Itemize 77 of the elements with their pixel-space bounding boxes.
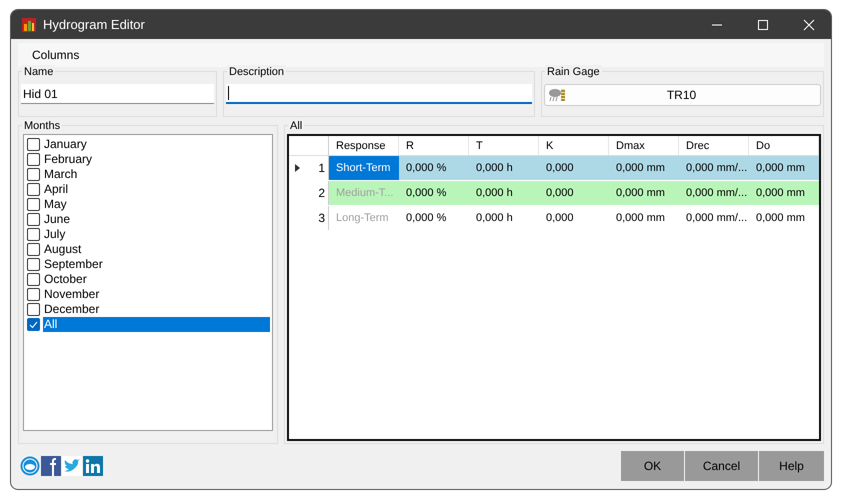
checkbox[interactable] xyxy=(27,198,40,211)
list-item[interactable]: August xyxy=(43,242,270,257)
name-field[interactable]: Hid 01 xyxy=(21,84,214,104)
list-item[interactable]: June xyxy=(43,212,270,227)
checkbox[interactable] xyxy=(27,288,40,301)
list-item[interactable]: September xyxy=(43,257,270,272)
facebook-icon[interactable] xyxy=(41,456,61,476)
list-item[interactable]: December xyxy=(43,302,270,317)
table-cell-text: 0,000 h xyxy=(475,186,514,201)
table-row[interactable]: 2 Medium-T... 0,000 % 0,000 h 0,000 0,000 mm 0,000 mm/... 0,000 mm xyxy=(289,181,819,206)
dialog-button[interactable]: Cancel xyxy=(685,451,758,481)
rain-cloud-icon xyxy=(548,88,566,102)
dialog-button[interactable]: OK xyxy=(621,451,684,481)
row-number: 3 xyxy=(318,211,325,225)
chart-icon xyxy=(21,16,37,32)
checkbox[interactable] xyxy=(27,258,40,271)
table-row[interactable]: 1 Short-Term 0,000 % 0,000 h 0,000 0,000 mm 0,000 mm/... 0,000 mm xyxy=(289,156,819,181)
list-item[interactable]: May xyxy=(43,197,270,212)
table-cell-text: 0,000 mm/... xyxy=(685,186,748,201)
table-cell-text: Long-Term xyxy=(335,211,390,226)
checkbox[interactable] xyxy=(27,168,40,181)
column-header[interactable]: K xyxy=(539,136,609,155)
table-cell-text: 0,000 mm xyxy=(755,161,806,176)
table-cell-text: Medium-T... xyxy=(335,186,394,201)
row-number: 1 xyxy=(318,161,325,175)
window-title: Hydrogram Editor xyxy=(43,17,145,32)
table-cell-text: 0,000 mm xyxy=(755,186,806,201)
checkbox[interactable] xyxy=(27,153,40,166)
table-cell-text: 0,000 mm/... xyxy=(685,211,748,226)
checkbox[interactable] xyxy=(27,243,40,256)
table-cell: Short-Term xyxy=(329,156,399,180)
list-item[interactable]: February xyxy=(43,152,270,167)
maximize-icon[interactable] xyxy=(757,18,769,30)
menu-item[interactable]: Columns xyxy=(32,48,80,62)
cloud-logo-icon[interactable] xyxy=(20,456,40,476)
column-header[interactable]: Dmax xyxy=(609,136,679,155)
table-cell-text: 0,000 mm xyxy=(615,211,666,226)
table-cell-text: 0,000 xyxy=(545,161,575,176)
list-item[interactable]: All xyxy=(43,317,270,332)
group-label: Description xyxy=(227,65,286,79)
table-cell-text: 0,000 xyxy=(545,211,575,226)
checkbox[interactable] xyxy=(27,213,40,226)
checkbox[interactable] xyxy=(27,138,40,151)
column-header[interactable]: Response xyxy=(329,136,399,155)
list-item[interactable]: April xyxy=(43,182,270,197)
list-item[interactable]: October xyxy=(43,272,270,287)
description-field[interactable] xyxy=(226,84,532,104)
list-item[interactable]: July xyxy=(43,227,270,242)
table-cell-text: 0,000 % xyxy=(405,161,448,176)
row-number: 2 xyxy=(318,186,325,200)
table-cell-text: 0,000 h xyxy=(475,161,514,176)
list-item[interactable]: March xyxy=(43,167,270,182)
table-cell-text: 0,000 mm xyxy=(755,211,806,226)
column-header[interactable]: R xyxy=(399,136,469,155)
checkbox[interactable] xyxy=(27,228,40,241)
checkbox[interactable] xyxy=(27,303,40,316)
group-label: Rain Gage xyxy=(545,65,602,79)
column-header[interactable]: Do xyxy=(749,136,819,155)
table-cell-text: 0,000 mm xyxy=(615,161,666,176)
linkedin-icon[interactable] xyxy=(83,456,103,476)
list-item[interactable]: November xyxy=(43,287,270,302)
checkbox[interactable] xyxy=(27,318,40,331)
rain-gage-button[interactable]: TR10 xyxy=(544,84,821,106)
checkbox[interactable] xyxy=(27,183,40,196)
table-cell-text: 0,000 mm/... xyxy=(685,161,748,176)
list-item[interactable]: January xyxy=(43,137,270,152)
column-header[interactable]: Drec xyxy=(679,136,749,155)
column-header[interactable]: T xyxy=(469,136,539,155)
table-cell-text: 0,000 % xyxy=(405,186,448,201)
row-pointer-icon xyxy=(295,164,300,172)
checkbox[interactable] xyxy=(27,273,40,286)
table-cell-text: 0,000 % xyxy=(405,211,448,226)
table-cell-text: 0,000 h xyxy=(475,211,514,226)
dialog-button[interactable]: Help xyxy=(759,451,824,481)
close-icon[interactable] xyxy=(803,18,815,30)
table-cell-text: 0,000 mm xyxy=(615,186,666,201)
table-cell-text: 0,000 xyxy=(545,186,575,201)
